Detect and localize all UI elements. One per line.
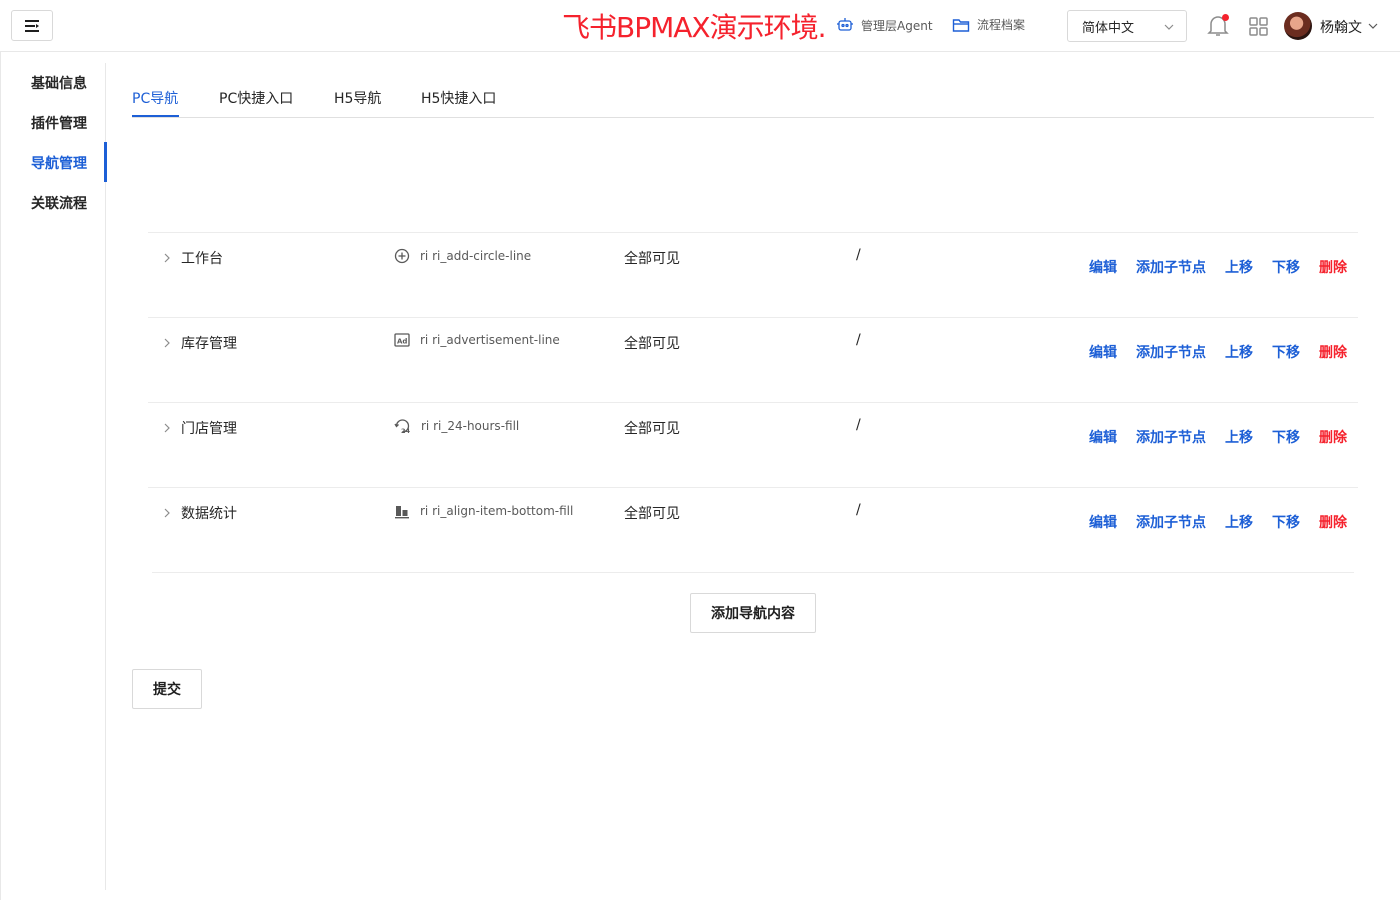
- submit-button[interactable]: 提交: [132, 669, 202, 709]
- management-agent-link[interactable]: 管理层Agent: [836, 16, 933, 34]
- sidebar-active-indicator: [104, 142, 107, 182]
- nav-item-path: /: [856, 417, 861, 433]
- 24-hours-icon: 24: [394, 419, 411, 434]
- sidebar-item-navigation-management[interactable]: 导航管理: [31, 153, 87, 173]
- apps-grid-icon[interactable]: [1249, 17, 1268, 36]
- management-agent-label: 管理层Agent: [861, 18, 933, 33]
- nav-item-icon-text: ri ri_24-hours-fill: [421, 419, 520, 433]
- table-row: 工作台 ri ri_add-circle-line 全部可见 / 编辑 添加子节…: [148, 232, 1358, 317]
- nav-item-visibility: 全部可见: [624, 506, 680, 522]
- nav-item-visibility: 全部可见: [624, 336, 680, 352]
- tab-pc-navigation[interactable]: PC导航: [132, 88, 178, 108]
- row-actions: 编辑 添加子节点 上移 下移 删除: [1089, 427, 1347, 447]
- tab-active-indicator: [132, 115, 179, 117]
- nav-item-icon-cell: ri ri_add-circle-line: [394, 248, 531, 264]
- notification-dot: [1222, 14, 1229, 21]
- add-navigation-content-button[interactable]: 添加导航内容: [690, 593, 816, 633]
- move-up-button[interactable]: 上移: [1225, 257, 1253, 277]
- nav-item-icon-cell: Ad ri ri_advertisement-line: [394, 333, 560, 347]
- sidebar-divider: [105, 63, 106, 890]
- move-down-button[interactable]: 下移: [1272, 427, 1300, 447]
- svg-text:24: 24: [401, 427, 411, 434]
- nav-item-name: 库存管理: [181, 336, 237, 352]
- settings-sidebar: [0, 52, 107, 900]
- move-down-button[interactable]: 下移: [1272, 342, 1300, 362]
- tab-pc-shortcuts[interactable]: PC快捷入口: [219, 88, 293, 108]
- add-child-node-button[interactable]: 添加子节点: [1136, 257, 1206, 277]
- nav-item-name: 门店管理: [181, 421, 237, 437]
- nav-item-icon-cell: 24 ri ri_24-hours-fill: [394, 418, 519, 434]
- table-row: 数据统计 ri ri_align-item-bottom-fill 全部可见 /…: [148, 487, 1358, 572]
- table-row: 门店管理 24 ri ri_24-hours-fill 全部可见 / 编辑 添加…: [148, 402, 1358, 487]
- delete-button[interactable]: 删除: [1319, 512, 1347, 532]
- process-archive-label: 流程档案: [977, 18, 1026, 32]
- sidebar-item-plugin-management[interactable]: 插件管理: [31, 113, 87, 133]
- delete-button[interactable]: 删除: [1319, 257, 1347, 277]
- menu-toggle-button[interactable]: [11, 10, 53, 41]
- align-item-bottom-icon: [395, 506, 409, 519]
- edit-button[interactable]: 编辑: [1089, 342, 1117, 362]
- nav-item-name: 工作台: [181, 251, 223, 267]
- row-actions: 编辑 添加子节点 上移 下移 删除: [1089, 257, 1347, 277]
- nav-item-icon-cell: ri ri_align-item-bottom-fill: [394, 503, 573, 519]
- table-row: 库存管理 Ad ri ri_advertisement-line 全部可见 / …: [148, 317, 1358, 402]
- edit-button[interactable]: 编辑: [1089, 427, 1117, 447]
- nav-item-path: /: [856, 332, 861, 348]
- nav-item-icon-text: ri ri_align-item-bottom-fill: [420, 504, 574, 518]
- nav-item-path: /: [856, 502, 861, 518]
- nav-item-icon-text: ri ri_advertisement-line: [420, 333, 560, 347]
- svg-text:Ad: Ad: [397, 338, 407, 346]
- move-up-button[interactable]: 上移: [1225, 512, 1253, 532]
- top-header: 飞书BPMAX演示环境. 管理层Agent 流程档案 简体中文 杨翰文: [0, 0, 1400, 52]
- chevron-right-icon[interactable]: [162, 337, 172, 349]
- chevron-right-icon[interactable]: [162, 507, 172, 519]
- environment-watermark: 飞书BPMAX演示环境.: [562, 11, 826, 44]
- nav-item-icon-text: ri ri_add-circle-line: [420, 249, 532, 263]
- edit-button[interactable]: 编辑: [1089, 257, 1117, 277]
- navigation-tabs: PC导航 PC快捷入口 H5导航 H5快捷入口: [132, 88, 1374, 118]
- sidebar-item-basic-info[interactable]: 基础信息: [31, 73, 87, 93]
- move-down-button[interactable]: 下移: [1272, 257, 1300, 277]
- nav-item-visibility: 全部可见: [624, 251, 680, 267]
- add-circle-icon: [394, 248, 410, 264]
- robot-icon: [837, 18, 853, 31]
- row-actions: 编辑 添加子节点 上移 下移 删除: [1089, 342, 1347, 362]
- sidebar-item-related-process[interactable]: 关联流程: [31, 193, 87, 213]
- add-child-node-button[interactable]: 添加子节点: [1136, 512, 1206, 532]
- delete-button[interactable]: 删除: [1319, 427, 1347, 447]
- language-select[interactable]: 简体中文: [1067, 10, 1187, 42]
- move-up-button[interactable]: 上移: [1225, 427, 1253, 447]
- nav-item-name: 数据统计: [181, 506, 237, 522]
- user-name[interactable]: 杨翰文: [1320, 17, 1362, 37]
- user-avatar[interactable]: [1284, 12, 1312, 40]
- folder-icon: [952, 18, 970, 32]
- chevron-right-icon[interactable]: [162, 422, 172, 434]
- row-actions: 编辑 添加子节点 上移 下移 删除: [1089, 512, 1347, 532]
- chevron-down-icon[interactable]: [1368, 21, 1378, 31]
- add-child-node-button[interactable]: 添加子节点: [1136, 342, 1206, 362]
- move-down-button[interactable]: 下移: [1272, 512, 1300, 532]
- move-up-button[interactable]: 上移: [1225, 342, 1253, 362]
- advertisement-icon: Ad: [394, 333, 410, 347]
- table-bottom-divider: [152, 572, 1354, 573]
- menu-icon: [25, 19, 39, 32]
- process-archive-link[interactable]: 流程档案: [952, 16, 1025, 33]
- chevron-right-icon[interactable]: [162, 252, 172, 264]
- nav-item-visibility: 全部可见: [624, 421, 680, 437]
- tab-h5-shortcuts[interactable]: H5快捷入口: [421, 88, 496, 108]
- nav-item-path: /: [856, 247, 861, 263]
- tab-h5-navigation[interactable]: H5导航: [334, 88, 381, 108]
- add-child-node-button[interactable]: 添加子节点: [1136, 427, 1206, 447]
- chevron-down-icon: [1164, 24, 1174, 30]
- language-value: 简体中文: [1082, 20, 1135, 36]
- edit-button[interactable]: 编辑: [1089, 512, 1117, 532]
- delete-button[interactable]: 删除: [1319, 342, 1347, 362]
